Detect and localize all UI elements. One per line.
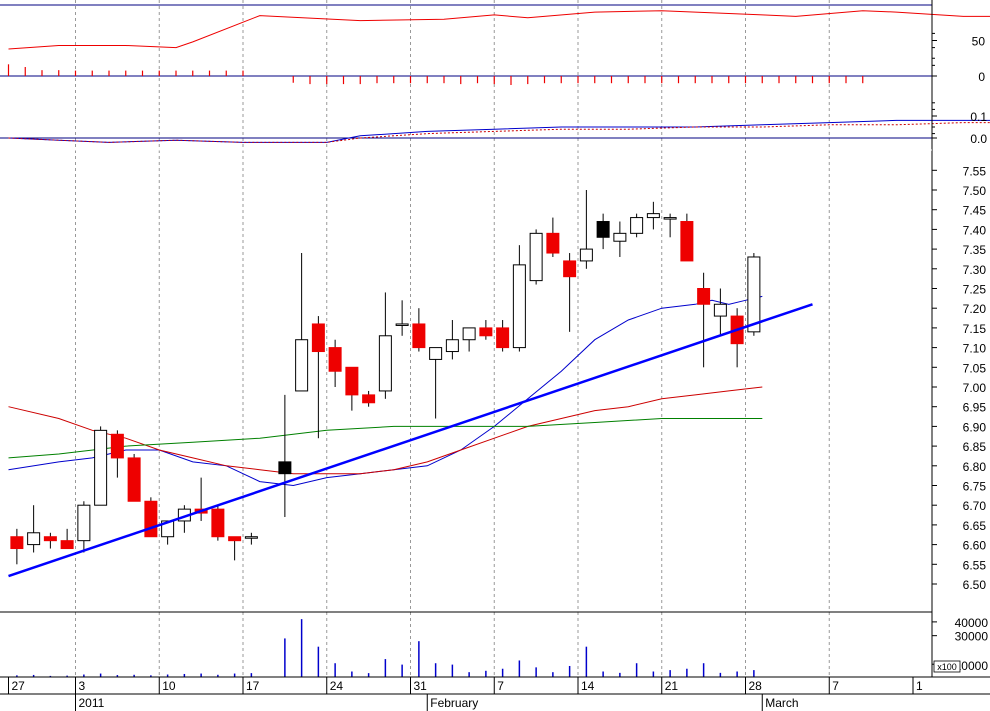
- x-tick-label: 21: [665, 679, 679, 693]
- y-tick-label: 6.65: [963, 519, 987, 533]
- x-tick-label: 14: [581, 679, 595, 693]
- y-tick-label: 40000: [955, 616, 989, 630]
- candle-body: [630, 217, 644, 234]
- y-tick-label: 7.45: [963, 204, 987, 218]
- candle-body: [278, 461, 292, 475]
- x-tick-label: 27: [12, 679, 26, 693]
- candle-body: [596, 221, 610, 238]
- x-tick-label: 1: [916, 679, 923, 693]
- candle-body: [546, 232, 560, 254]
- y-tick-label: 0: [978, 70, 985, 84]
- period-label: February: [430, 696, 478, 710]
- candle-body: [228, 536, 242, 542]
- oscillator-panel: 50 0: [0, 4, 990, 85]
- macd-panel: 0.1 0.0: [0, 102, 990, 146]
- y-tick-label: 6.85: [963, 440, 987, 454]
- candle-body: [697, 288, 711, 305]
- candle-body: [362, 394, 376, 404]
- candle-body: [127, 457, 141, 502]
- price-panel: 7.55 7.50 7.45 7.40 7.35 7.30 7.25 7.20 7.15 7.10…: [8, 164, 987, 592]
- y-tick-label: 7.55: [963, 164, 987, 178]
- candle-body: [43, 536, 57, 542]
- candle-body: [27, 532, 41, 546]
- candle-body: [680, 221, 694, 262]
- x-tick-label: 28: [749, 679, 763, 693]
- candle-body: [244, 536, 258, 539]
- y-tick-label: 7.50: [963, 184, 987, 198]
- candle-body: [328, 347, 342, 372]
- y-tick-label: 0.1: [970, 110, 987, 124]
- stock-chart: 500 0.10.0 7.557.507.457.407.357.307.257…: [0, 0, 990, 711]
- y-tick-label: 6.55: [963, 558, 987, 572]
- y-tick-label: 7.05: [963, 361, 987, 375]
- candle-body: [646, 213, 660, 219]
- y-tick-label: 7.30: [963, 263, 987, 277]
- candle-body: [211, 508, 225, 538]
- candle-body: [462, 327, 476, 341]
- candle-body: [378, 335, 392, 392]
- x-tick-label: 17: [246, 679, 260, 693]
- y-tick-label: 6.75: [963, 480, 987, 494]
- scale-label: x100: [937, 662, 957, 672]
- candle-body: [94, 429, 108, 506]
- candle-body: [613, 232, 627, 242]
- macd-line: [8, 119, 990, 143]
- x-tick-label: 7: [832, 679, 839, 693]
- candle-body: [77, 504, 91, 542]
- candle-body: [663, 217, 677, 220]
- candle-body: [10, 536, 24, 550]
- period-label: March: [765, 696, 798, 710]
- moving-average-line: [8, 386, 763, 475]
- candle-body: [747, 256, 761, 333]
- y-tick-label: 6.70: [963, 499, 987, 513]
- y-tick-label: 6.50: [963, 578, 987, 592]
- candle-body: [144, 500, 158, 538]
- candle-body: [529, 232, 543, 282]
- y-tick-label: 6.60: [963, 539, 987, 553]
- y-tick-label: 30000: [955, 630, 989, 644]
- candle-body: [395, 323, 409, 326]
- x-tick-label: 24: [330, 679, 344, 693]
- x-tick-label: 10: [162, 679, 176, 693]
- candle-body: [429, 347, 443, 360]
- x-tick-label: 3: [79, 679, 86, 693]
- candle-body: [479, 327, 493, 337]
- y-tick-label: 7.25: [963, 283, 987, 297]
- y-tick-label: 6.95: [963, 401, 987, 415]
- x-tick-label: 31: [414, 679, 428, 693]
- period-label: 2011: [79, 696, 105, 710]
- y-tick-label: 7.15: [963, 322, 987, 336]
- candle-body: [496, 327, 510, 349]
- axes: 27 3 10 17 24 31 7 14 21 28 7 1 2011 February March: [0, 0, 990, 711]
- candle-body: [345, 366, 359, 396]
- candle-body: [295, 339, 309, 392]
- y-tick-label: 50: [972, 35, 986, 49]
- y-tick-label: 7.10: [963, 342, 987, 356]
- y-tick-label: 7.35: [963, 243, 987, 257]
- y-tick-label: 7.20: [963, 302, 987, 316]
- candle-body: [713, 303, 727, 317]
- y-tick-label: 0.0: [970, 132, 987, 146]
- y-tick-label: 6.80: [963, 460, 987, 474]
- candle-body: [445, 339, 459, 353]
- candle-body: [60, 540, 74, 550]
- candle-body: [563, 260, 577, 278]
- volume-panel: 400003000010000x100: [16, 616, 989, 677]
- candle-body: [110, 433, 124, 459]
- y-tick-label: 6.90: [963, 420, 987, 434]
- candle-body: [579, 248, 593, 262]
- candle-body: [412, 323, 426, 349]
- oscillator-line: [8, 10, 990, 50]
- y-tick-label: 7.00: [963, 381, 987, 395]
- candle-body: [512, 264, 526, 349]
- y-tick-label: 7.40: [963, 223, 987, 237]
- candle-body: [311, 323, 325, 353]
- x-tick-label: 7: [497, 679, 504, 693]
- signal-line: [8, 122, 990, 143]
